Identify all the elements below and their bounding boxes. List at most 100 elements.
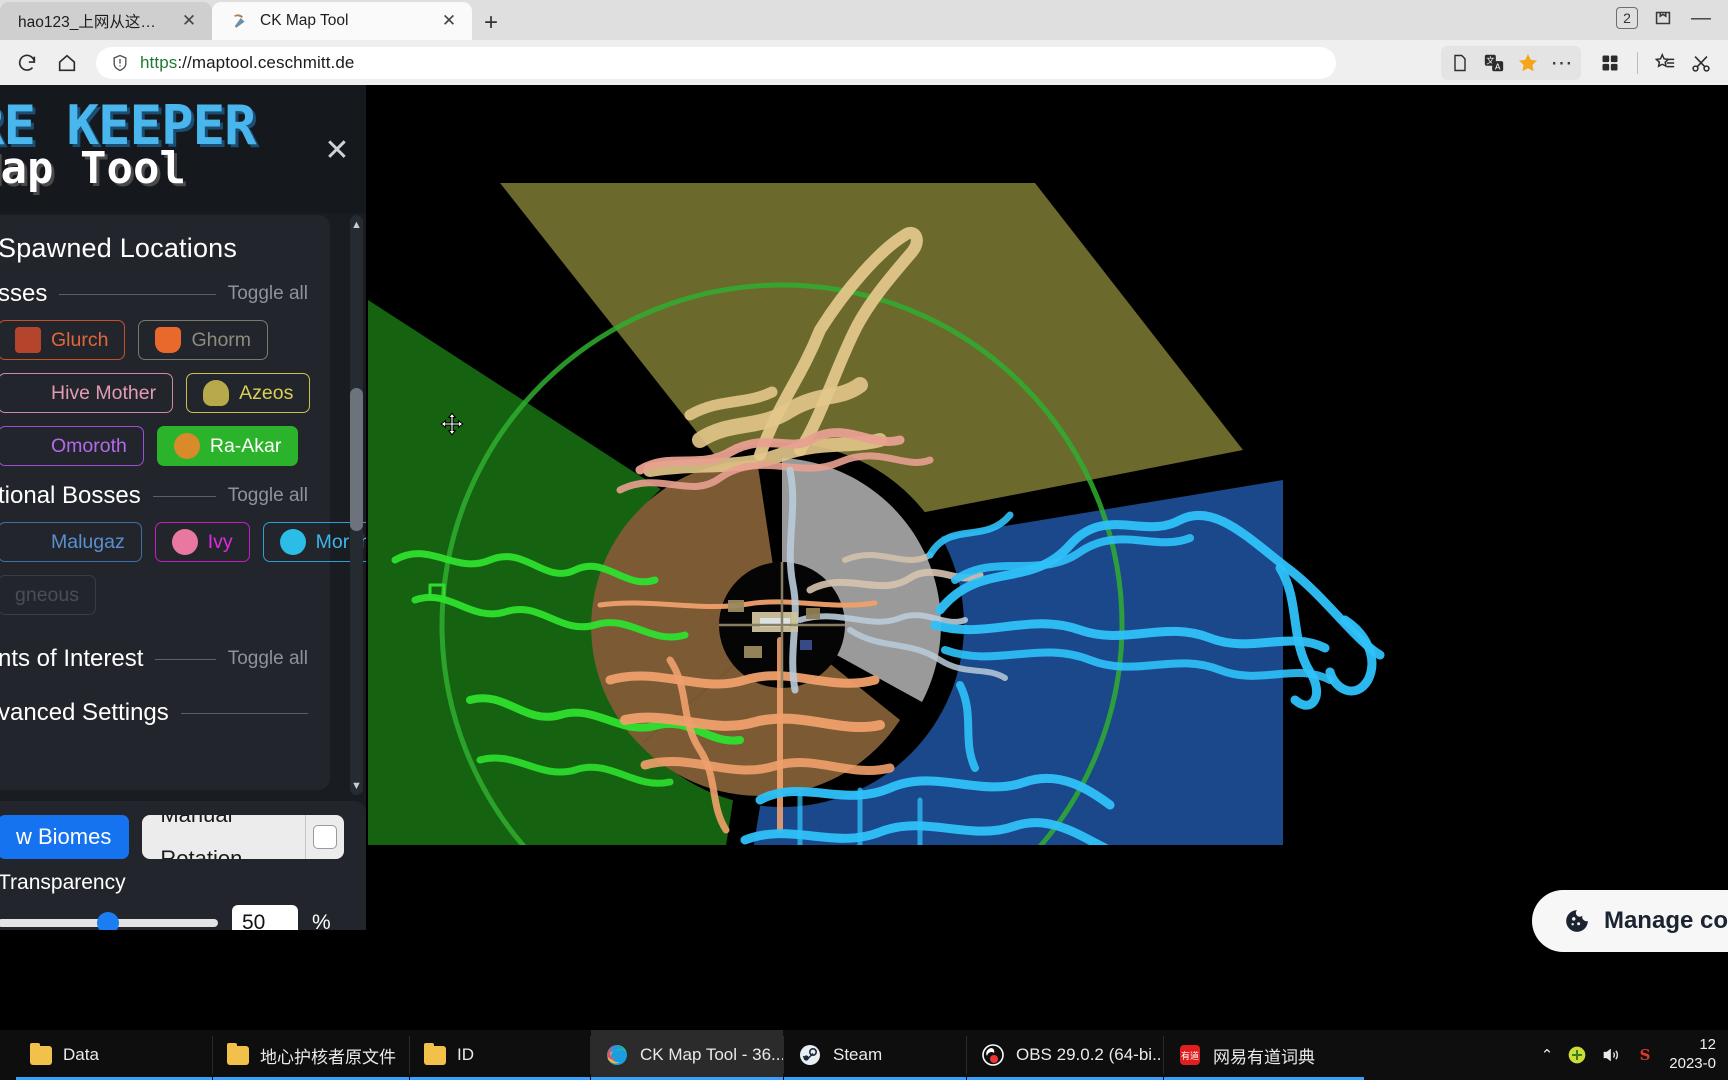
logo-line2-text: Map Tool [0,143,186,194]
youdao-icon: 有道 [1178,1043,1202,1067]
sogou-icon[interactable]: S [1635,1045,1655,1065]
section-label-advanced-settings: vanced Settings [0,699,169,726]
section-header-points-of-interest[interactable]: nts of Interest Toggle all [0,645,308,673]
taskbar-item-id[interactable]: ID [410,1030,590,1080]
system-tray: ⌃ S 12 2023-0 [1541,1036,1728,1074]
url-rest: ://maptool.ceschmitt.de [177,52,355,72]
boss-chip-label: gneous [15,583,79,606]
boss-chip-ivy[interactable]: Ivy [154,522,250,562]
boss-chip-igneous[interactable]: gneous [0,575,96,615]
section-label-points-of-interest: nts of Interest [0,645,144,672]
shield-info-icon[interactable] [110,53,130,73]
taskbar-item-ck-map-tool[interactable]: CK Map Tool - 36... [591,1030,783,1080]
volume-icon[interactable] [1601,1045,1621,1065]
section-label-bosses: sses [0,280,48,307]
windows-taskbar: Data 地心护核者原文件 ID CK Map Tool - 36... Ste… [0,1030,1728,1080]
close-icon[interactable]: ✕ [322,134,352,167]
malugaz-icon [15,529,41,555]
apps-grid-icon[interactable] [1593,46,1627,80]
clock-date: 2023-0 [1669,1055,1716,1072]
toggle-all-bosses[interactable]: Toggle all [228,283,308,305]
taskbar-item-data[interactable]: Data [16,1030,212,1080]
manual-rotation-control[interactable]: Manual Rotation [142,815,344,859]
map-world[interactable] [366,85,1728,845]
sidebar-panel[interactable]: RE KEEPER Map Tool ✕ Spawned Locations s… [0,85,366,930]
minimize-icon[interactable]: — [1688,7,1714,30]
taskbar-item-steam[interactable]: Steam [784,1030,966,1080]
page-title: Spawned Locations [0,233,238,263]
omoroth-icon [15,433,41,459]
taskbar-item-label: Steam [833,1045,883,1064]
tab-strip-right: 2 — [1616,2,1728,40]
taskbar-item-label: CK Map Tool - 36... [640,1045,783,1064]
slider-knob[interactable] [97,912,119,930]
transparency-slider[interactable] [0,912,218,930]
favorites-bar-icon[interactable] [1648,46,1682,80]
taskbar-item-obs[interactable]: OBS 29.0.2 (64-bi... [967,1030,1163,1080]
collections-icon[interactable] [1652,7,1674,29]
cookie-icon [1566,910,1588,932]
scrollbar-up-arrow[interactable]: ▲ [350,217,363,232]
taskbar-clock[interactable]: 12 2023-0 [1669,1036,1716,1074]
reload-icon[interactable] [10,46,44,80]
shield-green-icon[interactable] [1567,1045,1587,1065]
slider-fill [0,919,108,927]
boss-chip-malugaz[interactable]: Malugaz [0,522,142,562]
url-text[interactable]: https://maptool.ceschmitt.de [140,53,354,73]
folder-icon [227,1042,249,1065]
manual-rotation-checkbox[interactable] [306,815,344,859]
optional-boss-row-1: Malugaz Ivy Morpha [0,522,366,562]
section-header-advanced-settings[interactable]: vanced Settings [0,699,308,727]
favorite-star-icon[interactable] [1511,46,1545,80]
tab-hao123[interactable]: hao123_上网从这里开始 ✕ [0,2,212,40]
transparency-input[interactable]: 50 [232,905,298,930]
brand-header: RE KEEPER Map Tool ✕ [0,85,366,213]
boss-row-3: Omoroth Ra-Akar [0,426,308,466]
tab-ck-map-tool[interactable]: CK Map Tool ✕ [212,2,472,40]
scrollbar-down-arrow[interactable]: ▼ [350,778,363,793]
divider [1637,51,1638,74]
spawned-locations-card: Spawned Locations sses Toggle all Glurch… [0,215,366,790]
toggle-all-optional-bosses[interactable]: Toggle all [228,485,308,507]
boss-chip-ra-akar[interactable]: Ra-Akar [156,426,299,466]
move-cursor-icon [440,412,464,436]
hive-mother-icon [15,380,41,406]
boss-chip-azeos[interactable]: Azeos [186,373,311,413]
address-bar[interactable]: https://maptool.ceschmitt.de [96,46,1336,79]
section-header-optional-bosses: tional Bosses Toggle all [0,482,308,510]
taskbar-item-label: ID [457,1045,474,1064]
tab-strip: hao123_上网从这里开始 ✕ CK Map Tool ✕ + 2 — [0,0,1728,40]
edge-icon [605,1043,629,1067]
read-aloud-icon[interactable] [1443,46,1477,80]
tab-count-badge[interactable]: 2 [1616,7,1638,29]
tab-title: hao123_上网从这里开始 [18,14,168,31]
boss-chip-label: Azeos [239,381,294,404]
taskbar-item-youdao[interactable]: 有道 网易有道词典 [1164,1030,1364,1080]
taskbar-item-label: Data [63,1045,99,1064]
close-icon[interactable]: ✕ [178,10,200,32]
boss-chip-omoroth[interactable]: Omoroth [0,426,144,466]
transparency-unit: % [312,911,331,930]
boss-chip-hive-mother[interactable]: Hive Mother [0,373,174,413]
sidebar-scrollbar[interactable]: ▲ ▼ [350,215,363,795]
new-tab-button[interactable]: + [472,6,510,40]
folder-icon [424,1042,446,1065]
show-biomes-button[interactable]: w Biomes [0,815,130,859]
chevron-up-icon[interactable]: ⌃ [1541,1046,1554,1064]
manage-cookies-banner[interactable]: Manage co [1531,890,1728,952]
section-rule [180,712,308,714]
taskbar-item-chinese-folder[interactable]: 地心护核者原文件 [213,1030,409,1080]
scrollbar-thumb[interactable] [350,388,363,531]
boss-chip-glurch[interactable]: Glurch [0,320,126,360]
toggle-all-points-of-interest[interactable]: Toggle all [228,648,308,670]
home-icon[interactable] [50,46,84,80]
taskbar-item-label: 网易有道词典 [1213,1047,1315,1068]
spawned-locations-scroll[interactable]: Spawned Locations sses Toggle all Glurch… [0,215,366,795]
tab-title: CK Map Tool [260,12,349,29]
close-icon[interactable]: ✕ [438,10,460,32]
more-options-icon[interactable]: ⋯ [1545,46,1579,80]
map-canvas[interactable] [366,85,1728,930]
boss-chip-ghorm[interactable]: Ghorm [138,320,269,360]
screenshot-scissors-icon[interactable] [1684,46,1718,80]
translate-icon[interactable]: 文 A [1477,46,1511,80]
